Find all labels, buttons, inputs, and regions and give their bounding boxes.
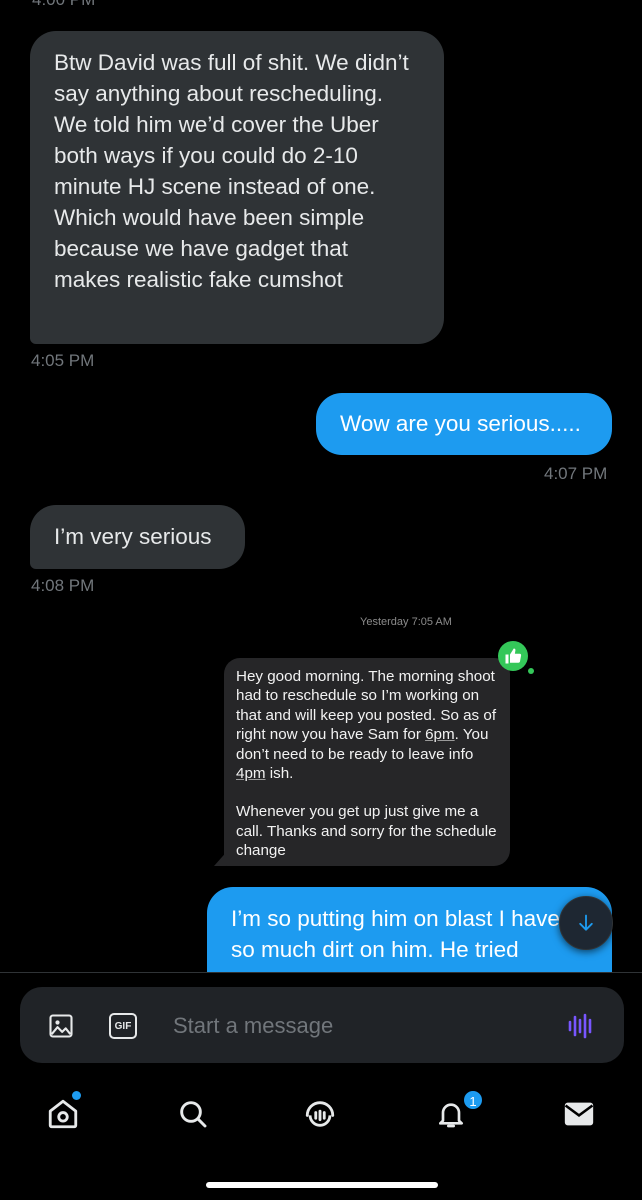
image-icon[interactable] xyxy=(46,1011,76,1041)
message-text: I’m so putting him on blast I have so mu… xyxy=(231,906,560,962)
spaces-icon xyxy=(305,1101,335,1127)
home-indicator[interactable] xyxy=(206,1182,438,1188)
message-text: Btw David was full of shit. We didn’t sa… xyxy=(54,50,409,292)
scroll-to-bottom-button[interactable] xyxy=(559,896,613,950)
voice-message-icon[interactable] xyxy=(566,1011,596,1041)
shared-screenshot-message[interactable]: Hey good morning. The morning shoot had … xyxy=(224,658,510,866)
reaction-dot xyxy=(528,668,534,674)
envelope-icon xyxy=(564,1102,594,1126)
screenshot-paragraph: Hey good morning. The morning shoot had … xyxy=(236,668,497,783)
outgoing-message-bubble[interactable]: I’m so putting him on blast I have so mu… xyxy=(207,887,612,972)
notification-badge: 1 xyxy=(462,1089,484,1111)
gif-icon: GIF xyxy=(109,1013,137,1039)
tab-spaces[interactable] xyxy=(290,1092,350,1136)
date-separator: Yesterday 7:05 AM xyxy=(360,616,452,628)
tab-explore[interactable] xyxy=(163,1092,223,1136)
arrow-down-icon xyxy=(579,914,593,931)
message-timestamp: 4:08 PM xyxy=(31,576,95,595)
message-timestamp: 4:07 PM xyxy=(544,464,608,483)
outgoing-message-bubble[interactable]: Wow are you serious..... xyxy=(316,393,612,455)
search-icon xyxy=(180,1101,207,1128)
message-text: Wow are you serious..... xyxy=(340,411,581,436)
home-icon xyxy=(48,1099,78,1129)
message-composer[interactable]: GIF Start a message xyxy=(20,987,624,1063)
message-input[interactable]: Start a message xyxy=(173,1011,333,1041)
incoming-message-bubble[interactable]: I’m very serious xyxy=(30,505,245,569)
previous-timestamp: 4:00 PM xyxy=(32,0,95,10)
message-text: I’m very serious xyxy=(54,524,212,549)
screenshot-paragraph: Whenever you get up just give me a call.… xyxy=(236,803,497,860)
thumbs-up-icon xyxy=(498,641,528,671)
new-posts-dot xyxy=(72,1091,81,1100)
message-timestamp: 4:05 PM xyxy=(31,351,95,370)
gif-button[interactable]: GIF xyxy=(108,1011,138,1041)
tab-home[interactable] xyxy=(33,1092,93,1136)
incoming-message-bubble[interactable]: Btw David was full of shit. We didn’t sa… xyxy=(30,31,444,344)
tab-messages[interactable] xyxy=(549,1092,609,1136)
composer-area: GIF Start a message xyxy=(0,972,642,1074)
